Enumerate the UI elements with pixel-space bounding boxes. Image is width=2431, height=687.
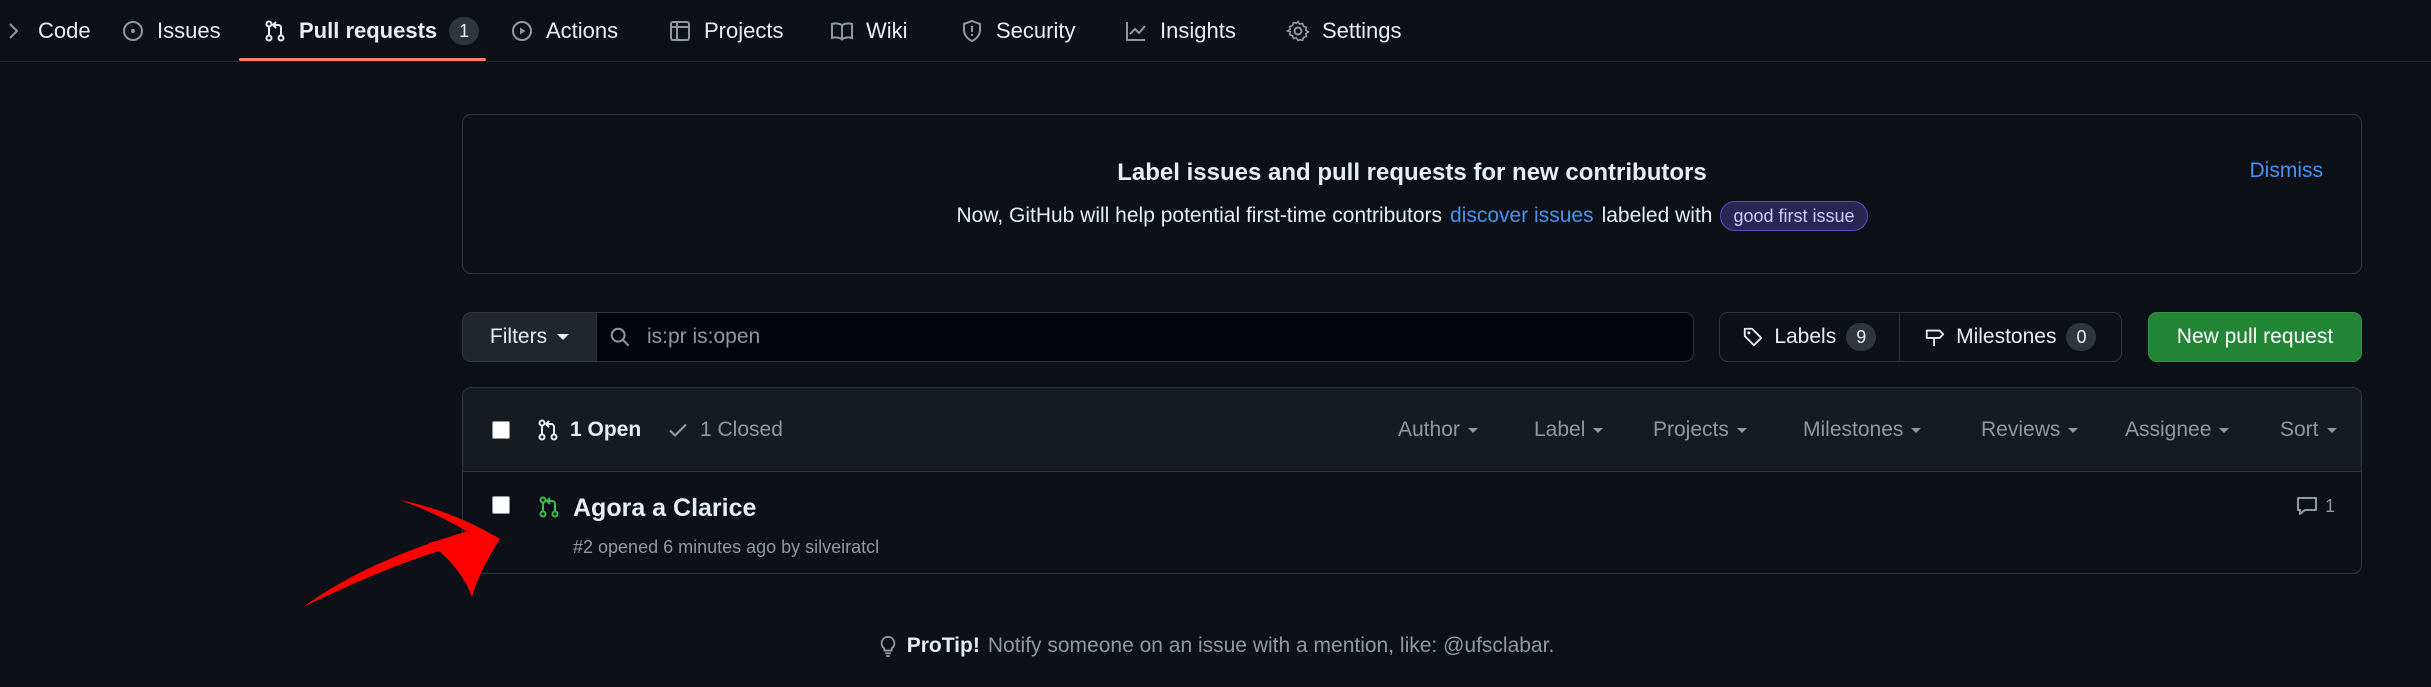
caret-down-icon [1911, 427, 1922, 433]
author-dropdown[interactable]: Author [1398, 388, 1478, 472]
closed-filter[interactable]: 1 Closed [666, 388, 783, 472]
graph-icon [1124, 19, 1148, 43]
tab-label: Insights [1160, 18, 1236, 43]
dropdown-label: Projects [1653, 418, 1729, 441]
tab-label: Security [996, 18, 1076, 43]
milestones-count-badge: 0 [2066, 323, 2097, 351]
tab-projects[interactable]: Projects [668, 0, 783, 62]
tag-icon [1742, 326, 1764, 348]
tab-label: Code [38, 18, 91, 43]
book-icon [830, 19, 854, 43]
dropdown-label: Sort [2280, 418, 2319, 441]
good-first-issue-label[interactable]: good first issue [1720, 201, 1868, 231]
open-pull-request-icon [537, 495, 561, 519]
tab-label: Actions [546, 18, 619, 43]
select-all-checkbox[interactable] [492, 421, 510, 439]
dropdown-label: Author [1398, 418, 1460, 441]
open-filter[interactable]: 1 Open [536, 388, 641, 472]
tab-pull-requests[interactable]: Pull requests 1 [263, 0, 480, 62]
banner-text-after: labeled with [1601, 204, 1713, 227]
tab-actions[interactable]: Actions [510, 0, 618, 62]
labels-count-badge: 9 [1846, 323, 1877, 351]
caret-down-icon [557, 334, 570, 340]
assignee-dropdown[interactable]: Assignee [2125, 388, 2230, 472]
dropdown-label: Reviews [1981, 418, 2061, 441]
labels-label: Labels [1774, 325, 1837, 348]
tab-label: Pull requests [299, 18, 438, 43]
filters-button[interactable]: Filters [462, 312, 596, 362]
caret-down-icon [1593, 427, 1604, 433]
tab-label: Projects [704, 18, 784, 43]
search-box[interactable] [596, 312, 1694, 362]
open-count-label: 1 Open [570, 418, 642, 441]
play-circle-icon [510, 19, 534, 43]
pull-request-list: 1 Open 1 Closed Author Label Projects Mi… [462, 387, 2362, 574]
tab-label: Issues [157, 18, 221, 43]
list-header: 1 Open 1 Closed Author Label Projects Mi… [463, 388, 2361, 472]
git-pull-request-icon [536, 418, 560, 442]
pull-requests-count-badge: 1 [449, 17, 480, 45]
pr-title-link[interactable]: Agora a Clarice [573, 494, 756, 523]
comments-link[interactable]: 1 [2295, 494, 2335, 518]
tab-code[interactable]: Code [2, 0, 91, 62]
milestone-icon [1924, 326, 1946, 348]
milestones-dropdown[interactable]: Milestones [1803, 388, 1922, 472]
new-pull-request-button[interactable]: New pull request [2148, 312, 2362, 362]
shield-icon [960, 19, 984, 43]
chevron-right-icon [2, 19, 26, 43]
caret-down-icon [2219, 427, 2230, 433]
tab-label: Settings [1322, 18, 1402, 43]
discover-issues-link[interactable]: discover issues [1450, 204, 1594, 228]
selected-tab-underline [239, 58, 486, 61]
tab-wiki[interactable]: Wiki [830, 0, 908, 62]
dropdown-label: Milestones [1803, 418, 1904, 441]
labels-milestones-group: Labels 9 Milestones 0 [1719, 312, 2122, 362]
protip: ProTip! Notify someone on an issue with … [0, 634, 2431, 658]
caret-down-icon [1736, 427, 1747, 433]
dropdown-label: Label [1534, 418, 1586, 441]
labels-button[interactable]: Labels 9 [1720, 313, 1900, 361]
label-dropdown[interactable]: Label [1534, 388, 1604, 472]
light-bulb-icon [877, 635, 899, 657]
protip-label: ProTip! [906, 634, 980, 657]
tab-label: Wiki [866, 18, 908, 43]
caret-down-icon [2326, 427, 2337, 433]
search-input[interactable] [645, 324, 1649, 350]
banner-text: Now, GitHub will help potential first-ti… [463, 201, 2361, 231]
tab-settings[interactable]: Settings [1286, 0, 1402, 62]
filters-label: Filters [489, 325, 548, 348]
new-contributors-banner: Label issues and pull requests for new c… [462, 114, 2362, 274]
projects-dropdown[interactable]: Projects [1653, 388, 1747, 472]
comment-count: 1 [2324, 495, 2335, 516]
banner-title: Label issues and pull requests for new c… [1117, 159, 1707, 186]
repo-nav: Code Issues Pull requests 1 Actions Proj… [0, 0, 2431, 62]
milestones-button[interactable]: Milestones 0 [1900, 313, 2121, 361]
comment-icon [2295, 494, 2319, 518]
annotation-arrow-icon [303, 500, 500, 607]
table-icon [668, 19, 692, 43]
closed-count-label: 1 Closed [700, 418, 783, 441]
dropdown-label: Assignee [2125, 418, 2212, 441]
issue-circle-icon [121, 19, 145, 43]
caret-down-icon [2068, 427, 2079, 433]
sort-dropdown[interactable]: Sort [2280, 388, 2337, 472]
caret-down-icon [1467, 427, 1478, 433]
tab-issues[interactable]: Issues [121, 0, 221, 62]
git-pull-request-icon [263, 19, 287, 43]
tab-insights[interactable]: Insights [1124, 0, 1236, 62]
check-icon [666, 418, 690, 442]
gear-icon [1286, 19, 1310, 43]
protip-text: Notify someone on an issue with a mentio… [987, 634, 1555, 657]
search-icon [609, 326, 631, 348]
list-item: Agora a Clarice #2 opened 6 minutes ago … [463, 472, 2361, 573]
reviews-dropdown[interactable]: Reviews [1981, 388, 2079, 472]
pr-meta: #2 opened 6 minutes ago by silveiratcl [573, 537, 880, 557]
banner-text-before: Now, GitHub will help potential first-ti… [956, 204, 1442, 227]
dismiss-button[interactable]: Dismiss [2250, 159, 2324, 183]
milestones-label: Milestones [1956, 325, 2057, 348]
tab-security[interactable]: Security [960, 0, 1075, 62]
